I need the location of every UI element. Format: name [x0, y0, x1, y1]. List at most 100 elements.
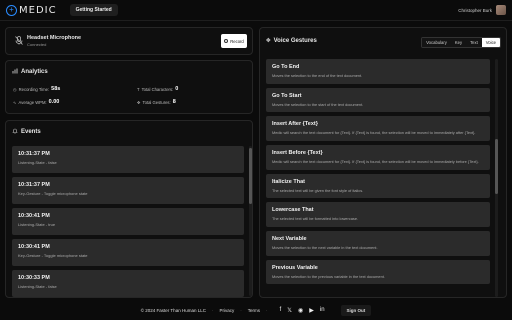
microphone-status: Connected — [27, 42, 47, 47]
average-wpm-value: 0.00 — [48, 99, 60, 105]
recording-time-stat: ◷ Recording Time: 58s — [13, 86, 60, 92]
facebook-icon[interactable]: f — [279, 307, 281, 313]
gesture-item: Next Variable Moves the selection to the… — [266, 230, 490, 256]
events-title: Events — [21, 129, 41, 135]
event-item: 10:31:37 PM Key-Gesture - Toggle microph… — [12, 177, 244, 204]
analytics-panel: Analytics ◷ Recording Time: 58s T Total … — [5, 60, 253, 114]
total-gestures-stat: ✥ Total Gestures: 8 — [137, 99, 176, 105]
gesture-description: Moves the selection to the end of the te… — [272, 73, 363, 78]
event-description: Listening-State - false — [18, 284, 57, 289]
event-time: 10:30:41 PM — [18, 244, 50, 250]
youtube-icon[interactable]: ▶ — [309, 307, 314, 314]
gesture-description: The selected text will be formatted into… — [272, 216, 359, 222]
gesture-name: Go To End — [272, 64, 300, 70]
gesture-description: Moves the selection to the next variable… — [272, 244, 378, 250]
event-description: Key-Gesture - Toggle microphone state — [18, 191, 88, 196]
events-panel: Events 10:31:37 PM Listening-State - fal… — [5, 120, 253, 298]
voice-gestures-panel: ✥ Voice Gestures Vocabulary Key Text Voi… — [259, 27, 507, 298]
top-bar: + MEDIC Getting Started Christopher Burk — [0, 0, 512, 21]
total-characters-value: 0 — [175, 86, 179, 92]
scrollbar-thumb[interactable] — [495, 139, 498, 194]
gesture-description: Moves the selection to the previous vari… — [272, 273, 385, 279]
gesture-name: Insert After {Text} — [272, 121, 318, 128]
gesture-name: Previous Variable — [272, 264, 318, 271]
gesture-name: Go To Start — [272, 92, 302, 99]
average-wpm-stat: ∿ Average WPM: 0.00 — [13, 99, 59, 105]
chart-icon — [12, 68, 18, 76]
voice-gesture-list: Go To End Moves the selection to the end… — [266, 59, 490, 288]
event-item: 10:30:33 PM Listening-State - false — [12, 270, 244, 297]
gesture-item: Insert After {Text} Medic will search th… — [266, 116, 490, 141]
gesture-item: Italicize That The selected text will be… — [266, 173, 490, 199]
user-name: Christopher Burk — [458, 7, 492, 13]
linkedin-icon[interactable]: in — [320, 307, 325, 313]
user-menu[interactable]: Christopher Burk — [458, 5, 506, 15]
gesture-item: Go To End Moves the selection to the end… — [266, 59, 490, 84]
separator: · — [211, 307, 214, 313]
total-characters-label: Total Characters: — [141, 86, 174, 92]
bell-icon — [12, 128, 18, 136]
recording-time-label: Recording Time: — [18, 86, 50, 92]
event-time: 10:31:37 PM — [18, 182, 50, 188]
analytics-title: Analytics — [21, 69, 48, 75]
microphone-muted-icon — [15, 36, 23, 47]
record-button[interactable]: Record — [221, 34, 247, 48]
gesture-name: Italicize That — [272, 178, 306, 185]
sign-out-button[interactable]: Sign Out — [340, 304, 372, 316]
event-description: Key-Gesture - Toggle microphone state — [18, 253, 88, 258]
total-gestures-value: 8 — [172, 99, 176, 105]
gesture-description: Moves the selection to the start of the … — [272, 101, 364, 107]
activity-icon: ∿ — [13, 99, 17, 105]
gesture-tabs: Vocabulary Key Text Voice — [421, 37, 501, 48]
events-header: Events — [12, 128, 41, 136]
separator: · — [240, 307, 242, 313]
gesture-description: The selected text will be given the font… — [272, 187, 364, 193]
github-icon[interactable]: ◉ — [298, 307, 303, 314]
recording-time-value: 58s — [51, 86, 61, 92]
gesture-item: Insert Before {Text} Medic will search t… — [266, 144, 490, 170]
separator: · — [265, 307, 268, 313]
privacy-link[interactable]: Privacy — [219, 308, 234, 313]
app-logo[interactable]: + MEDIC — [6, 4, 57, 16]
gesture-item: Previous Variable Moves the selection to… — [266, 259, 490, 285]
voice-gestures-scrollbar[interactable] — [495, 59, 498, 297]
scrollbar-thumb[interactable] — [249, 148, 252, 204]
gesture-item: Lowercase That The selected text will be… — [266, 202, 490, 227]
logo-plus-icon: + — [6, 4, 17, 16]
gesture-description: Medic will search the text document for … — [272, 158, 479, 164]
gesture-name: Lowercase That — [272, 207, 314, 214]
event-time: 10:30:41 PM — [18, 213, 50, 219]
average-wpm-label: Average WPM: — [18, 99, 47, 105]
gesture-icon: ✥ — [266, 38, 271, 44]
event-time: 10:30:33 PM — [18, 275, 50, 281]
tab-text[interactable]: Text — [466, 38, 482, 47]
copyright: © 2024 Faster Than Human LLC — [140, 307, 206, 313]
events-list: 10:31:37 PM Listening-State - false 10:3… — [12, 146, 244, 297]
gesture-name: Next Variable — [272, 235, 307, 242]
record-icon — [224, 39, 229, 43]
event-description: Listening-State - true — [18, 222, 56, 227]
social-links: f 𝕏 ◉ ▶ in — [279, 307, 324, 314]
tab-key[interactable]: Key — [450, 38, 467, 47]
tab-voice[interactable]: Voice — [481, 38, 500, 47]
getting-started-button[interactable]: Getting Started — [69, 4, 118, 16]
footer: © 2024 Faster Than Human LLC · Privacy ·… — [0, 300, 512, 320]
gesture-name: Insert Before {Text} — [272, 149, 323, 156]
record-label: Record — [230, 38, 244, 44]
total-gestures-label: Total Gestures: — [142, 99, 171, 105]
gesture-item: Go To Start Moves the selection to the s… — [266, 87, 490, 113]
event-description: Listening-State - false — [18, 160, 57, 165]
logo-text: MEDIC — [19, 4, 57, 16]
text-icon: T — [137, 86, 140, 92]
event-time: 10:31:37 PM — [18, 151, 50, 157]
gesture-icon: ✥ — [137, 99, 141, 105]
event-item: 10:30:41 PM Listening-State - true — [12, 208, 244, 235]
events-scrollbar[interactable] — [249, 146, 252, 296]
tab-vocabulary[interactable]: Vocabulary — [422, 38, 451, 47]
terms-link[interactable]: Terms — [248, 308, 260, 313]
microphone-name: Headset Microphone — [27, 35, 82, 41]
x-icon[interactable]: 𝕏 — [287, 307, 292, 314]
avatar[interactable] — [496, 5, 506, 15]
analytics-header: Analytics — [12, 68, 48, 76]
event-item: 10:30:41 PM Key-Gesture - Toggle microph… — [12, 239, 244, 266]
